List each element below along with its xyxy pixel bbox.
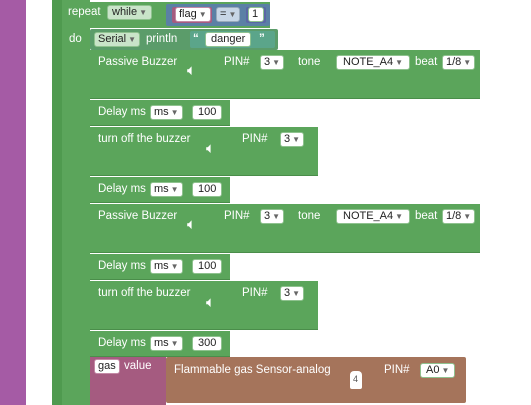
speaker-icon: 🔈︎ [206, 140, 216, 157]
chevron-down-icon: ▼ [170, 339, 179, 348]
close-quote: ” [259, 33, 265, 45]
tone-label: tone [298, 210, 321, 222]
pin-label: PIN# [384, 364, 410, 376]
flag-variable-field[interactable]: flag ▼ [175, 7, 211, 22]
pin-dropdown[interactable]: 3 ▼ [260, 55, 285, 70]
gas-value-label: value [124, 360, 152, 372]
turn-off-title: turn off the buzzer [98, 133, 191, 145]
delay-value-field[interactable]: 100 [192, 182, 223, 197]
pin-label: PIN# [242, 287, 268, 299]
gas-sensor-block[interactable]: Flammable gas Sensor-analog 4 PIN# A0 ▼ [166, 357, 466, 403]
serial-println-block[interactable]: Serial ▼ println “ danger ” [90, 29, 278, 50]
turn-off-buzzer-block[interactable]: turn off the buzzer 🔈︎ PIN# 3 ▼ [90, 127, 318, 176]
chevron-down-icon: ▼ [272, 58, 281, 67]
delay-block[interactable]: Delay ms ms ▼ 100 [90, 254, 230, 280]
delay-label: Delay ms [98, 183, 146, 195]
condition-block[interactable]: flag ▼ = ▼ 1 [166, 4, 270, 26]
turn-off-buzzer-block[interactable]: turn off the buzzer 🔈︎ PIN# 3 ▼ [90, 281, 318, 330]
repeat-while-header[interactable]: repeat while ▼ flag ▼ = ▼ 1 [62, 2, 270, 28]
operator-dropdown[interactable]: = ▼ [216, 7, 241, 22]
serial-text-field[interactable]: danger [205, 32, 252, 47]
delay-label: Delay ms [98, 106, 146, 118]
loop-mode-dropdown[interactable]: while ▼ [107, 5, 152, 20]
chevron-down-icon: ▼ [463, 212, 472, 221]
beat-dropdown[interactable]: 1/8 ▼ [442, 55, 476, 70]
pin-dropdown[interactable]: 3 ▼ [280, 286, 305, 301]
outer-block-inner-strip [26, 0, 52, 405]
turn-off-title: turn off the buzzer [98, 287, 191, 299]
pin-label: PIN# [224, 56, 250, 68]
chevron-down-icon: ▼ [170, 185, 179, 194]
delay-label: Delay ms [98, 337, 146, 349]
delay-value-field[interactable]: 300 [192, 336, 223, 351]
open-quote: “ [193, 33, 199, 45]
outer-block-left [0, 0, 26, 405]
delay-block[interactable]: Delay ms ms ▼ 300 [90, 331, 230, 357]
passive-buzzer-block[interactable]: Passive Buzzer 🔈︎ PIN# 3 ▼ tone NOTE_A4 ▼ … [90, 204, 480, 253]
delay-unit-dropdown[interactable]: ms ▼ [150, 259, 183, 274]
number-value-block[interactable]: 1 [246, 7, 266, 23]
chevron-down-icon: ▼ [272, 212, 281, 221]
delay-unit-dropdown[interactable]: ms ▼ [150, 105, 183, 120]
pin-label: PIN# [224, 210, 250, 222]
chevron-down-icon: ▼ [441, 366, 450, 375]
chevron-down-icon: ▼ [463, 58, 472, 67]
pin-label: PIN# [242, 133, 268, 145]
tone-dropdown[interactable]: NOTE_A4 ▼ [336, 55, 411, 70]
gas-variable-field[interactable]: gas [94, 359, 120, 374]
pin-dropdown[interactable]: 3 ▼ [260, 209, 285, 224]
chevron-down-icon: ▼ [170, 108, 179, 117]
flag-variable-block[interactable]: flag ▼ [172, 7, 212, 23]
text-block[interactable]: “ danger ” [190, 31, 275, 48]
chevron-down-icon: ▼ [395, 212, 404, 221]
speaker-icon: 🔈︎ [206, 294, 216, 311]
chevron-down-icon: ▼ [170, 262, 179, 271]
chevron-down-icon: ▼ [395, 58, 404, 67]
number-value-field[interactable]: 1 [248, 7, 264, 22]
chevron-down-icon: ▼ [292, 135, 301, 144]
loop-block-spine [62, 0, 90, 405]
delay-block[interactable]: Delay ms ms ▼ 100 [90, 177, 230, 203]
delay-block[interactable]: Delay ms ms ▼ 100 [90, 100, 230, 126]
repeat-label: repeat [68, 6, 101, 18]
gas-assign-block[interactable]: gas value [90, 357, 166, 405]
buzzer-title: Passive Buzzer [98, 56, 178, 68]
delay-value-field[interactable]: 100 [192, 259, 223, 274]
gas-sensor-title: Flammable gas Sensor-analog [174, 364, 331, 376]
tone-label: tone [298, 56, 321, 68]
chevron-down-icon: ▼ [128, 35, 137, 44]
buzzer-title: Passive Buzzer [98, 210, 178, 222]
chevron-down-icon: ▼ [139, 8, 147, 17]
tone-dropdown[interactable]: NOTE_A4 ▼ [336, 209, 411, 224]
beat-label: beat [415, 56, 438, 68]
speaker-icon: 🔈︎ [187, 216, 197, 233]
loop-block-left [52, 0, 62, 405]
chevron-down-icon: ▼ [228, 10, 237, 19]
chevron-down-icon: ▼ [292, 289, 301, 298]
beat-dropdown[interactable]: 1/8 ▼ [442, 209, 476, 224]
chevron-down-icon: ▼ [198, 10, 207, 19]
delay-label: Delay ms [98, 260, 146, 272]
serial-dropdown[interactable]: Serial ▼ [94, 32, 141, 47]
speaker-icon: 🔈︎ [187, 62, 197, 79]
println-label: println [146, 33, 178, 45]
delay-unit-dropdown[interactable]: ms ▼ [150, 182, 183, 197]
gas-sensor-icon: 4 [350, 371, 362, 389]
pin-dropdown[interactable]: 3 ▼ [280, 132, 305, 147]
delay-value-field[interactable]: 100 [192, 105, 223, 120]
beat-label: beat [415, 210, 438, 222]
delay-unit-dropdown[interactable]: ms ▼ [150, 336, 183, 351]
pin-dropdown[interactable]: A0 ▼ [420, 363, 456, 378]
passive-buzzer-block[interactable]: Passive Buzzer 🔈︎ PIN# 3 ▼ tone NOTE_A4 ▼ … [90, 50, 480, 99]
do-label: do [69, 33, 82, 45]
